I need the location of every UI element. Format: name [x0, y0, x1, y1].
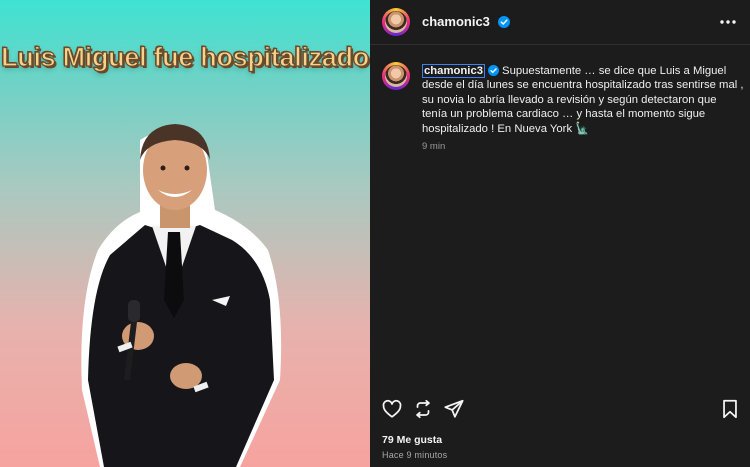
- bookmark-icon[interactable]: [719, 398, 741, 420]
- caption-username[interactable]: chamonic3: [422, 64, 486, 78]
- verified-badge-icon: [497, 16, 510, 28]
- verified-badge-icon: [488, 65, 500, 76]
- user-avatar[interactable]: [382, 8, 410, 36]
- singer-photo: [81, 124, 282, 467]
- more-horizontal-icon[interactable]: [718, 12, 738, 32]
- caption: chamonic3 Supuestamente … se dice que Lu…: [422, 64, 744, 136]
- send-icon[interactable]: [443, 398, 465, 420]
- post-timestamp: Hace 9 minutos: [382, 450, 448, 460]
- caption-timestamp: 9 min: [422, 141, 446, 152]
- heart-icon[interactable]: [381, 398, 403, 420]
- header-username[interactable]: chamonic3: [422, 14, 510, 29]
- action-bar: [370, 398, 750, 424]
- like-count[interactable]: 79 Me gusta: [382, 434, 442, 446]
- caption-avatar[interactable]: [382, 62, 410, 90]
- post-image[interactable]: Luis Miguel fue hospitalizado: [0, 0, 370, 467]
- header-username-text[interactable]: chamonic3: [422, 14, 490, 29]
- repost-icon[interactable]: [412, 398, 434, 420]
- post-header: chamonic3: [370, 0, 750, 45]
- instagram-post-view: Luis Miguel fue hospitalizado chamonic3 …: [0, 0, 750, 467]
- post-details-panel: chamonic3 chamonic3 Supuestamente … se d…: [370, 0, 750, 467]
